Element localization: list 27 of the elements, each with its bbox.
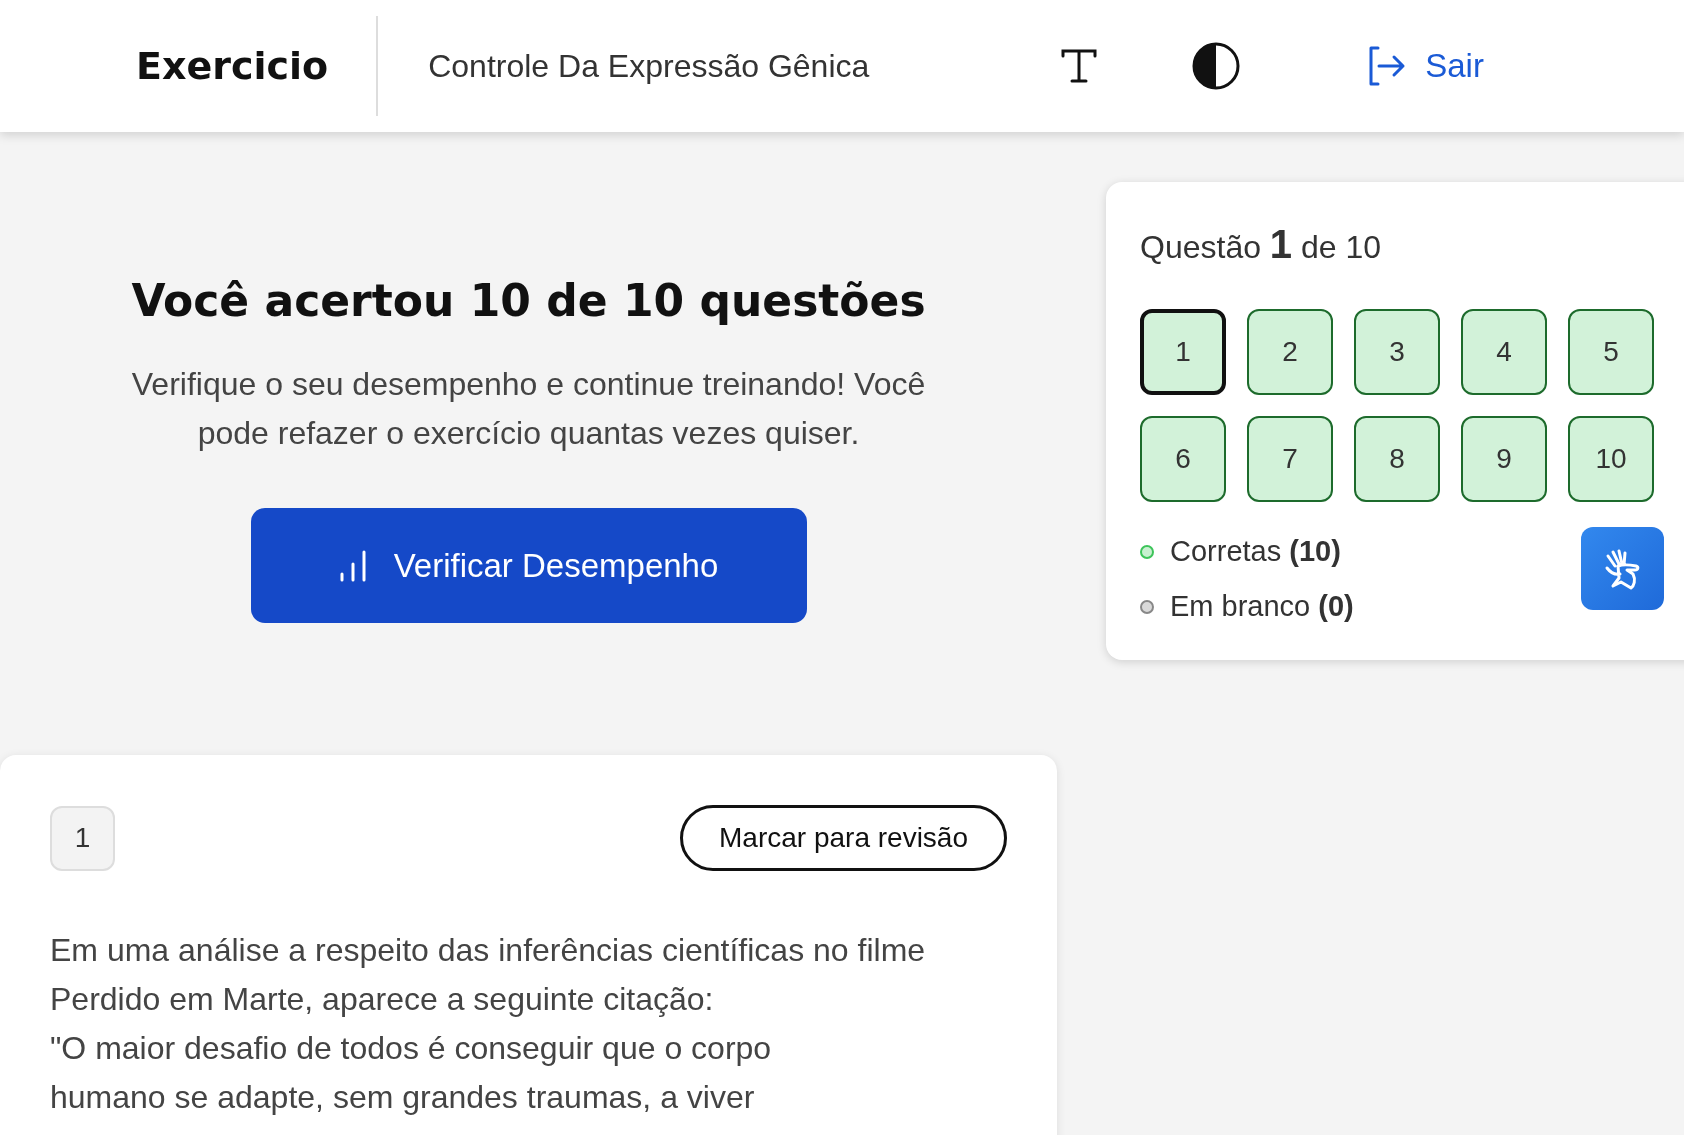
question-button[interactable]: 10 xyxy=(1568,416,1654,502)
legend-label: Corretas (10) xyxy=(1170,535,1341,568)
question-text: "O maior desafio de todos é conseguir que o corpo xyxy=(50,1029,773,1068)
question-text: Em uma análise a respeito das inferências científicas no filme xyxy=(50,931,927,970)
navigator-title: Questão 1 de 10 xyxy=(1140,222,1383,267)
question-text: humano se adapte, sem grandes traumas, a viver xyxy=(50,1078,756,1117)
question-button[interactable]: 2 xyxy=(1247,309,1333,395)
exercise-subtitle: Controle Da Expressão Gênica xyxy=(428,47,871,85)
question-button[interactable]: 3 xyxy=(1354,309,1440,395)
page-title: Exercicio xyxy=(136,44,329,88)
sign-language-button[interactable] xyxy=(1581,527,1664,610)
question-button[interactable]: 8 xyxy=(1354,416,1440,502)
question-button[interactable]: 6 xyxy=(1140,416,1226,502)
result-heading: Você acertou 10 de 10 questões xyxy=(131,275,926,326)
question-button[interactable]: 9 xyxy=(1461,416,1547,502)
question-button[interactable]: 5 xyxy=(1568,309,1654,395)
logout-button[interactable]: Sair xyxy=(1363,44,1484,88)
performance-button[interactable]: Verificar Desempenho xyxy=(250,508,807,623)
question-button[interactable]: 1 xyxy=(1140,309,1226,395)
question-button[interactable]: 4 xyxy=(1461,309,1547,395)
question-number: 1 xyxy=(50,805,115,871)
legend-label: Em branco (0) xyxy=(1170,590,1354,623)
result-message: Verifique o seu desempenho e continue treinando! Você pode refazer o exercício quantas vezes quiser. xyxy=(130,365,927,453)
question-text: Perdido em Marte, aparece a seguinte citação: xyxy=(50,980,715,1019)
contrast-icon[interactable] xyxy=(1191,41,1242,91)
question-button[interactable]: 7 xyxy=(1247,416,1333,502)
review-button[interactable]: Marcar para revisão xyxy=(680,805,1007,871)
